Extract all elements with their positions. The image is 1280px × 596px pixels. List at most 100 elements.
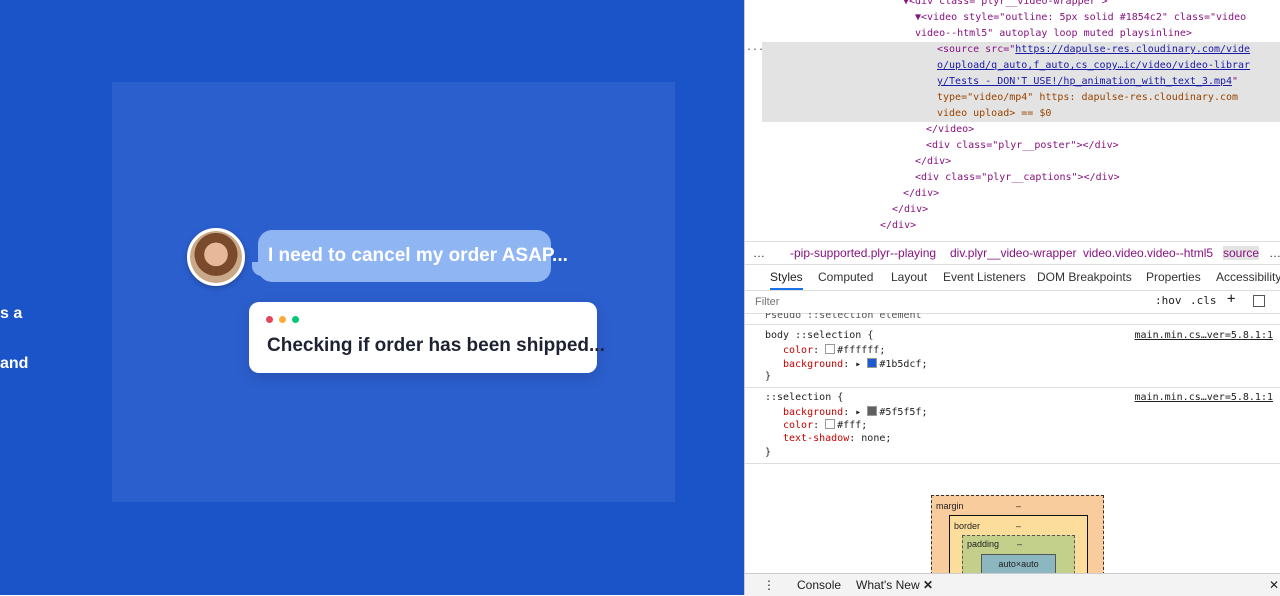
- chat-bubble: I need to cancel my order ASAP...: [252, 230, 568, 282]
- dom-line[interactable]: video--html5" autoplay loop muted playsi…: [915, 26, 1192, 42]
- styles-tab-bar: Styles Computed Layout Event Listeners D…: [745, 264, 1280, 291]
- status-message: Checking if order has been shipped...: [267, 335, 605, 356]
- source-link[interactable]: o/upload/q_auto,f_auto,cs_copy…ic/video/…: [937, 58, 1250, 74]
- property-value: none: [861, 433, 886, 444]
- dom-line[interactable]: </video>: [926, 122, 974, 138]
- devtools-panel: ▼<div class="plyr__video-wrapper"> ▼<vid…: [744, 0, 1280, 596]
- color-swatch[interactable]: [825, 344, 836, 354]
- breadcrumb-scroll-right[interactable]: …: [1269, 246, 1280, 260]
- color-swatch[interactable]: [825, 419, 836, 429]
- border-value[interactable]: –: [1016, 521, 1021, 531]
- rule-source-link[interactable]: main.min.cs…ver=5.8.1:1: [1135, 330, 1273, 341]
- tab-styles[interactable]: Styles: [770, 270, 803, 290]
- dom-line[interactable]: y/Tests - DON'T USE!/hp_animation_with_t…: [937, 74, 1238, 90]
- toggle-sidebar-icon[interactable]: [1253, 295, 1265, 307]
- tab-layout[interactable]: Layout: [891, 270, 927, 284]
- web-page: s a and I need to cancel my order ASAP..…: [0, 0, 744, 595]
- styles-pane: Pseudo ::selection element body ::select…: [745, 313, 1280, 573]
- source-link[interactable]: y/Tests - DON'T USE!/hp_animation_with_t…: [937, 76, 1232, 87]
- css-property[interactable]: color: #fff;: [783, 419, 867, 431]
- divider: [745, 463, 1280, 464]
- rule-selector[interactable]: body ::selection {: [765, 330, 873, 341]
- breadcrumb-item[interactable]: video.video.video--html5: [1083, 246, 1213, 260]
- tab-properties[interactable]: Properties: [1146, 270, 1201, 284]
- divider: [745, 324, 1280, 325]
- dom-line[interactable]: type="video/mp4" https: dapulse-res.clou…: [937, 90, 1238, 106]
- property-name: background: [783, 359, 844, 370]
- video-player[interactable]: [112, 82, 675, 502]
- border-label: border: [954, 521, 981, 531]
- box-content[interactable]: auto×auto: [981, 554, 1056, 573]
- padding-label: padding: [967, 539, 1000, 549]
- box-padding: padding – auto×auto: [962, 535, 1075, 573]
- css-property[interactable]: text-shadow: none;: [783, 433, 891, 444]
- box-model-diagram: margin – border – padding – auto×auto: [931, 495, 1104, 573]
- cls-button[interactable]: .cls: [1190, 294, 1217, 307]
- tab-event-listeners[interactable]: Event Listeners: [943, 270, 1026, 284]
- console-drawer: ⋮ Console What's New ✕ ✕: [745, 573, 1280, 596]
- tab-computed[interactable]: Computed: [818, 270, 873, 284]
- dom-tree: ▼<div class="plyr__video-wrapper"> ▼<vid…: [762, 0, 1280, 240]
- close-icon[interactable]: ✕: [923, 578, 933, 592]
- node-menu-icon[interactable]: ...: [746, 42, 764, 53]
- breadcrumb-item[interactable]: -pip-supported.plyr--playing: [790, 246, 936, 260]
- dom-line[interactable]: </div>: [903, 186, 939, 202]
- breadcrumb: … -pip-supported.plyr--playing div.plyr_…: [745, 241, 1280, 265]
- property-value: #5f5f5f: [879, 407, 922, 418]
- dom-line[interactable]: </div>: [880, 218, 916, 234]
- css-property[interactable]: background: ▸ #1b5dcf;: [783, 358, 928, 370]
- drawer-menu-icon[interactable]: ⋮: [763, 578, 775, 592]
- quote: ": [1232, 76, 1239, 87]
- property-value: #ffffff: [837, 345, 880, 356]
- property-value: #fff: [837, 420, 862, 431]
- filter-bar: :hov .cls +: [745, 291, 1280, 314]
- hov-button[interactable]: :hov: [1155, 294, 1182, 307]
- breadcrumb-item[interactable]: div.plyr__video-wrapper: [950, 246, 1077, 260]
- dom-line[interactable]: <div class="plyr__poster"></div>: [926, 138, 1119, 154]
- margin-value[interactable]: –: [1016, 501, 1021, 511]
- source-link[interactable]: https://dapulse-res.cloudinary.com/vide: [1015, 44, 1250, 55]
- close-drawer-icon[interactable]: ✕: [1269, 578, 1279, 592]
- tab-console[interactable]: Console: [797, 578, 841, 592]
- page-text-fragment: and: [0, 355, 29, 372]
- color-swatch[interactable]: [867, 358, 878, 368]
- padding-value[interactable]: –: [1017, 539, 1022, 549]
- property-name: background: [783, 407, 844, 418]
- dom-line[interactable]: video upload> == $0: [937, 106, 1051, 122]
- rule-close: }: [765, 371, 772, 382]
- css-property[interactable]: color: #ffffff;: [783, 344, 885, 356]
- dom-line[interactable]: ▼<div class="plyr__video-wrapper">: [903, 0, 1108, 10]
- tab-dom-breakpoints[interactable]: DOM Breakpoints: [1037, 270, 1132, 284]
- breadcrumb-scroll-left[interactable]: …: [753, 246, 765, 260]
- yellow-dot-icon: [279, 316, 286, 323]
- tab-accessibility[interactable]: Accessibility: [1216, 270, 1280, 284]
- status-card: Checking if order has been shipped...: [249, 302, 605, 373]
- chat-message: I need to cancel my order ASAP...: [268, 245, 568, 266]
- breadcrumb-item-active[interactable]: source: [1223, 246, 1260, 260]
- filter-input[interactable]: [753, 293, 1127, 311]
- source-tag: <source src=": [937, 44, 1016, 55]
- dom-line[interactable]: <div class="plyr__captions"></div>: [915, 170, 1120, 186]
- property-name: text-shadow: [783, 433, 850, 444]
- pseudo-header: Pseudo ::selection element: [765, 313, 922, 321]
- red-dot-icon: [266, 316, 273, 323]
- margin-label: margin: [936, 501, 964, 511]
- page-text-fragment: s a: [0, 305, 23, 322]
- property-name: color: [783, 420, 814, 431]
- divider: [745, 387, 1280, 388]
- rule-close: }: [765, 447, 772, 458]
- tab-whats-new[interactable]: What's New: [856, 578, 920, 592]
- rule-selector[interactable]: ::selection {: [765, 392, 843, 403]
- property-value: #1b5dcf: [879, 359, 922, 370]
- dom-line[interactable]: </div>: [892, 202, 928, 218]
- green-dot-icon: [292, 316, 299, 323]
- dom-line[interactable]: ▼<video style="outline: 5px solid #1854c…: [915, 10, 1246, 26]
- dom-line[interactable]: </div>: [915, 154, 951, 170]
- avatar: [187, 228, 245, 286]
- color-swatch[interactable]: [867, 406, 878, 416]
- dom-line[interactable]: <source src="https://dapulse-res.cloudin…: [937, 42, 1250, 58]
- css-property[interactable]: background: ▸ #5f5f5f;: [783, 406, 928, 418]
- new-rule-button[interactable]: +: [1227, 291, 1235, 307]
- rule-source-link[interactable]: main.min.cs…ver=5.8.1:1: [1135, 392, 1273, 403]
- box-border: border – padding – auto×auto: [949, 515, 1088, 573]
